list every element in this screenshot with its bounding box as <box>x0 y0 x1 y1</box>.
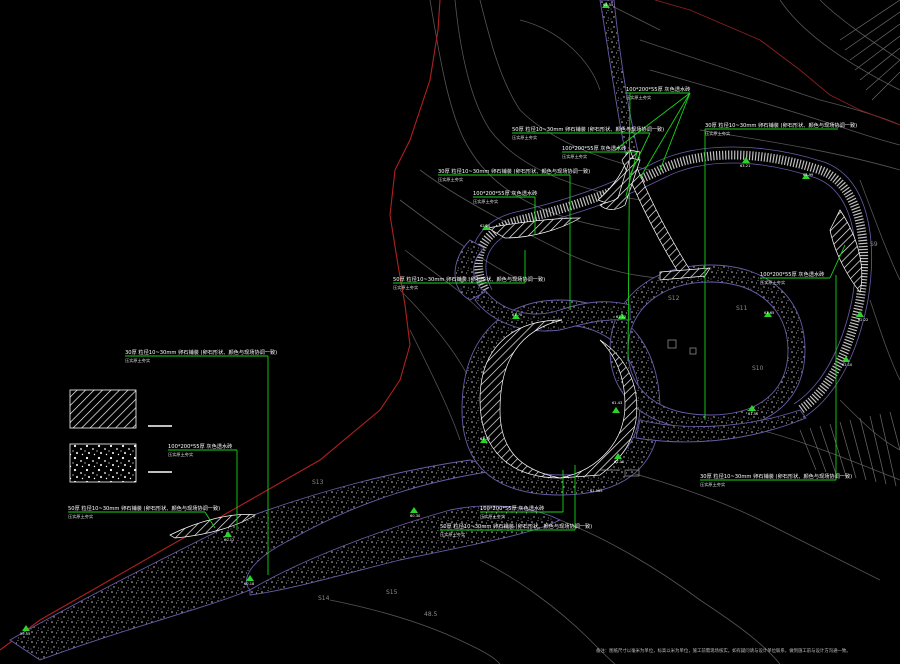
site-boundary-line-ne <box>654 0 900 126</box>
elev-label: 61.43 <box>612 401 622 405</box>
callout-3-line1: 100*200*55厚 灰色透水砖 <box>562 144 626 152</box>
callout-1-line1: 100*200*55厚 灰色透水砖 <box>626 85 690 93</box>
elev-label: 61.10 <box>614 460 625 464</box>
elev-label: 61.12 <box>616 315 626 319</box>
hatched-paving-west <box>487 217 582 239</box>
zone-label: S9 <box>870 241 878 248</box>
elev-label: 62.99 <box>803 173 814 177</box>
elev-label: 60.30 <box>410 514 421 518</box>
callout-8-line1: 100*200*55厚 灰色透水砖 <box>760 270 824 278</box>
elev-label: 62.20 <box>480 224 491 228</box>
elev-label: 61.65 <box>764 311 774 315</box>
site-plan-drawing: 64.55 63.21 62.99 62.22 62.10 61.50 61.6… <box>0 0 900 664</box>
elev-label: 61.19 <box>480 437 491 441</box>
elev-label: 61.50 <box>748 412 759 416</box>
zone-label: S13 <box>312 479 324 486</box>
callout-13-line2: 压实原土夯实 <box>700 481 725 488</box>
elev-label: 62.22 <box>858 318 868 322</box>
elev-label: 61.70 <box>512 313 523 317</box>
callout-10-line2: 压实原土夯实 <box>168 451 193 458</box>
callout-9-line1: 30厚 粒径10~30mm 卵石铺装 (卵石形状、颜色与现场协调一致) <box>125 348 277 356</box>
zone-label: S12 <box>668 295 680 302</box>
callout-10-line1: 100*200*55厚 灰色透水砖 <box>168 442 232 450</box>
elev-label: 59.55 <box>20 632 30 636</box>
elev-label: 62.10 <box>842 363 853 367</box>
callout-14-line2: 压实原土夯实 <box>440 531 465 538</box>
callout-4-line1: 30厚 粒径10~30mm 卵石铺装 (卵石形状、颜色与现场协调一致) <box>438 167 590 175</box>
elev-label: 63.21 <box>740 164 750 168</box>
callout-6-line2: 压实原土夯实 <box>705 130 730 137</box>
callout-2-line1: 50厚 粒径10~30mm 卵石铺装 (卵石形状、颜色与现场协调一致) <box>512 125 664 133</box>
callout-9-line2: 压实原土夯实 <box>125 357 150 364</box>
legend-gravel-swatch <box>69 443 137 483</box>
callout-11-line2: 压实原土夯实 <box>68 513 93 520</box>
callout-1-line2: 压实原土夯实 <box>626 94 651 101</box>
callout-6-line1: 30厚 粒径10~30mm 卵石铺装 (卵石形状、颜色与现场协调一致) <box>705 121 857 129</box>
callout-11-line1: 50厚 粒径10~30mm 卵石铺装 (卵石形状、颜色与现场协调一致) <box>68 504 220 512</box>
zone-label: S10 <box>752 365 764 372</box>
zone-label: 48.5 <box>424 611 438 618</box>
callout-12-line1: 100*200*55厚 灰色透水砖 <box>480 504 544 512</box>
callout-2-line2: 压实原土夯实 <box>512 134 537 141</box>
zone-label: S15 <box>386 589 398 596</box>
gravel-path-network <box>9 0 872 661</box>
callout-8-line2: 压实原土夯实 <box>760 279 785 286</box>
legend-hatch-swatch <box>69 389 137 429</box>
callout-7-line1: 50厚 粒径10~30mm 卵石铺装 (卵石形状、颜色与现场协调一致) <box>393 275 545 283</box>
elev-label: 64.55 <box>603 3 613 7</box>
callout-4-line2: 压实原土夯实 <box>438 176 463 183</box>
elev-label: 60.18 <box>244 582 255 586</box>
callout-5-line2: 压实原土夯实 <box>473 198 498 205</box>
zone-label: S11 <box>736 305 748 312</box>
road-elev-label: 61.565 <box>590 489 603 493</box>
leader-lines <box>68 92 846 575</box>
callout-5-line1: 100*200*55厚 灰色透水砖 <box>473 189 537 197</box>
drawing-footnote: 备注：图纸尺寸以毫米为单位，标高以米为单位，施工前需现场核实。如有疑问请与设计单… <box>596 647 851 654</box>
legend <box>69 389 172 483</box>
callout-12-line2: 压实原土夯实 <box>480 513 505 520</box>
hatched-paving-lens-east <box>829 209 863 293</box>
elev-label: 60.12 <box>224 538 234 542</box>
callout-3-line2: 压实原土夯实 <box>562 153 587 160</box>
callout-7-line2: 压实原土夯实 <box>393 284 418 291</box>
zone-label: S14 <box>318 595 330 602</box>
callout-14-line1: 50厚 粒径10~30mm 卵石铺装 (卵石形状、颜色与现场协调一致) <box>440 522 592 530</box>
callout-13-line1: 30厚 粒径10~30mm 卵石铺装 (卵石形状、颜色与现场协调一致) <box>700 472 852 480</box>
